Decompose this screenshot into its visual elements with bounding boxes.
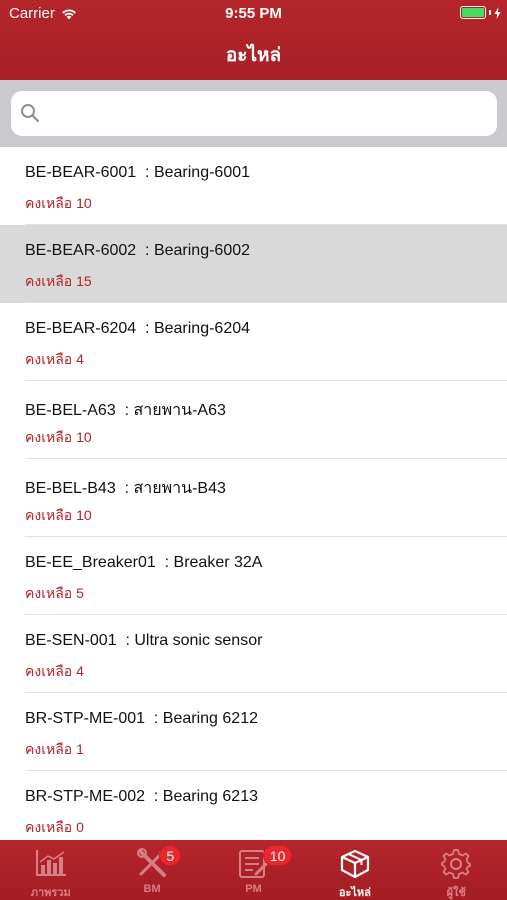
list-item[interactable]: BE-BEAR-6204 : Bearing-6204 คงเหลือ 4 [0, 303, 507, 381]
part-remaining: คงเหลือ 10 [25, 195, 92, 211]
parts-list: BE-BEAR-6001 : Bearing-6001 คงเหลือ 10 B… [0, 147, 507, 840]
chart-icon [35, 850, 66, 876]
part-name: BE-EE_Breaker01 : Breaker 32A [25, 554, 263, 571]
tab-pm[interactable]: 10 PM [203, 840, 304, 900]
page-title: อะไหล่ [225, 45, 282, 66]
list-item[interactable]: BE-BEAR-6001 : Bearing-6001 คงเหลือ 10 [0, 147, 507, 225]
part-name: BR-STP-ME-002 : Bearing 6213 [25, 788, 258, 805]
tab-label: BM [143, 883, 161, 895]
tab-label: PM [245, 883, 262, 895]
tab-label: ภาพรวม [30, 887, 71, 899]
tab-overview[interactable]: ภาพรวม [0, 840, 101, 900]
part-remaining: คงเหลือ 15 [25, 273, 92, 289]
status-bar: Carrier 9:55 PM [0, 0, 507, 28]
search-input[interactable] [51, 91, 481, 136]
tab-bm[interactable]: 5 BM [101, 840, 202, 900]
gear-icon [441, 849, 472, 879]
list-item[interactable]: BE-BEL-B43 : สายพาน-B43 คงเหลือ 10 [0, 459, 507, 537]
tab-bar: ภาพรวม 5 BM 10 PM อะไหล่ ผู้ใช้ [0, 840, 507, 900]
part-remaining: คงเหลือ 4 [25, 663, 84, 679]
part-remaining: คงเหลือ 1 [25, 741, 84, 757]
list-item[interactable]: BE-BEAR-6002 : Bearing-6002 คงเหลือ 15 [0, 225, 507, 303]
list-item[interactable]: BR-STP-ME-002 : Bearing 6213 คงเหลือ 0 [0, 771, 507, 840]
box-icon [340, 849, 369, 879]
part-remaining: คงเหลือ 5 [25, 585, 84, 601]
list-item[interactable]: BE-BEL-A63 : สายพาน-A63 คงเหลือ 10 [0, 381, 507, 459]
part-name: BE-BEAR-6002 : Bearing-6002 [25, 242, 251, 259]
part-name: BE-BEAR-6001 : Bearing-6001 [25, 164, 251, 181]
tab-label: อะไหล่ [338, 887, 371, 899]
list-item[interactable]: BE-SEN-001 : Ultra sonic sensor คงเหลือ … [0, 615, 507, 693]
part-remaining: คงเหลือ 10 [25, 429, 92, 445]
part-name: BE-SEN-001 : Ultra sonic sensor [25, 632, 263, 649]
battery-icon [460, 6, 486, 19]
bm-badge: 5 [159, 845, 182, 866]
battery-indicator [460, 6, 501, 19]
tab-label: ผู้ใช้ [446, 887, 466, 899]
part-remaining: คงเหลือ 0 [25, 819, 84, 835]
part-name: BE-BEL-A63 : สายพาน-A63 [25, 402, 226, 419]
part-name: BE-BEAR-6204 : Bearing-6204 [25, 320, 251, 337]
list-item[interactable]: BE-EE_Breaker01 : Breaker 32A คงเหลือ 5 [0, 537, 507, 615]
list-item[interactable]: BR-STP-ME-001 : Bearing 6212 คงเหลือ 1 [0, 693, 507, 771]
tab-user[interactable]: ผู้ใช้ [406, 840, 507, 900]
pm-badge: 10 [262, 845, 293, 866]
part-remaining: คงเหลือ 10 [25, 507, 92, 523]
part-remaining: คงเหลือ 4 [25, 351, 84, 367]
part-name: BR-STP-ME-001 : Bearing 6212 [25, 710, 258, 727]
search-bar [0, 80, 507, 147]
search-icon [21, 104, 40, 123]
clock: 9:55 PM [225, 5, 282, 22]
tab-parts[interactable]: อะไหล่ [304, 840, 405, 900]
search-field[interactable] [11, 91, 497, 136]
navigation-header: Carrier 9:55 PM อะไหล่ [0, 0, 507, 80]
charging-icon [494, 6, 501, 19]
part-name: BE-BEL-B43 : สายพาน-B43 [25, 480, 226, 497]
